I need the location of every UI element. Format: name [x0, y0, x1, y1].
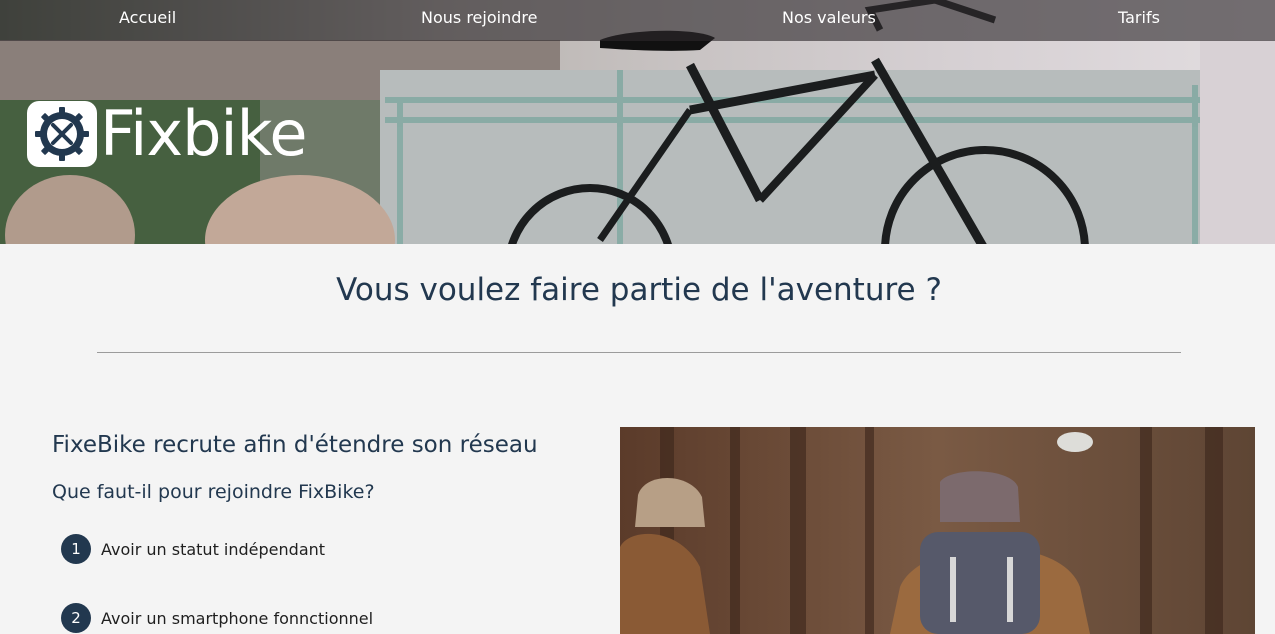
top-navigation: Accueil Nous rejoindre Nos valeurs Tarif… [0, 0, 1275, 41]
recruit-subtitle: Que faut-il pour rejoindre FixBike? [52, 481, 375, 503]
hero-banner: Accueil Nous rejoindre Nos valeurs Tarif… [0, 0, 1275, 244]
section-title: Vous voulez faire partie de l'aventure ? [336, 272, 942, 308]
requirement-item: 2 Avoir un smartphone fonnctionnel [61, 603, 373, 633]
requirement-text: Avoir un statut indépendant [101, 539, 326, 559]
nav-link-accueil[interactable]: Accueil [119, 0, 176, 35]
brand-name: Fixbike [100, 97, 307, 170]
requirement-text: Avoir un smartphone fonnctionnel [101, 608, 374, 628]
nav-link-tarifs[interactable]: Tarifs [1118, 0, 1160, 35]
requirement-number-badge: 1 [61, 534, 91, 564]
section-divider [97, 352, 1181, 353]
gear-wrench-icon [27, 101, 97, 167]
recruit-title: FixeBike recrute afin d'étendre son rése… [52, 432, 538, 458]
hikers-forest-image [620, 427, 1255, 634]
brand-logo[interactable]: Fixbike [27, 101, 307, 167]
requirement-item: 1 Avoir un statut indépendant [61, 534, 325, 564]
requirement-number-badge: 2 [61, 603, 91, 633]
nav-link-nos-valeurs[interactable]: Nos valeurs [782, 0, 876, 35]
nav-link-nous-rejoindre[interactable]: Nous rejoindre [421, 0, 537, 35]
